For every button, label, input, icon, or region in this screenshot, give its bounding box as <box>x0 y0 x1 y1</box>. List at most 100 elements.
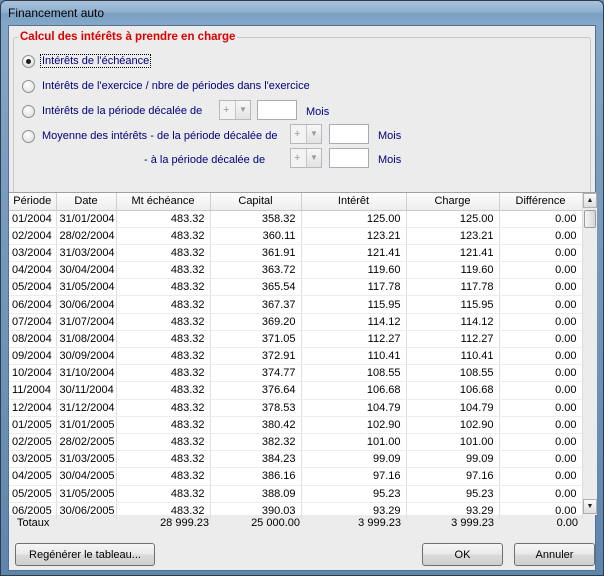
table-row[interactable]: 05/2005 31/05/2005 483.32 388.09 95.23 95.23 0… <box>9 485 583 503</box>
totals-row: Totaux 28 999.23 25 000.00 3 999.23 3 99… <box>9 515 582 531</box>
total-interet: 3 999.23 <box>358 517 401 529</box>
radio-option-moyenne[interactable]: Moyenne des intérêts - de la période déc… <box>22 129 282 145</box>
chevron-down-icon[interactable]: ▼ <box>235 101 250 119</box>
table-cell: 99.09 <box>301 450 407 469</box>
table-row[interactable]: 07/2004 31/07/2004 483.32 369.20 114.12 114.1… <box>9 313 583 331</box>
table-cell: 483.32 <box>116 433 211 452</box>
radio-option-periode-decalee[interactable]: Intérêts de la période décalée de <box>22 104 222 120</box>
table-cell: 483.32 <box>116 210 211 228</box>
from-months-input[interactable] <box>329 124 369 144</box>
table-cell: 02/2004 <box>9 227 57 245</box>
table-cell: 384.23 <box>210 450 302 469</box>
table-row[interactable]: 11/2004 30/11/2004 483.32 376.64 106.68 106.6… <box>9 381 583 400</box>
table-cell: 104.79 <box>406 399 500 417</box>
table-cell: 125.00 <box>406 210 500 228</box>
scroll-up-icon[interactable]: ▲ <box>583 193 597 208</box>
table-row[interactable]: 02/2004 28/02/2004 483.32 360.11 123.21 123.2… <box>9 227 583 245</box>
table-cell: 108.55 <box>406 364 500 383</box>
table-cell: 0.00 <box>499 485 583 503</box>
to-sign-select[interactable]: + ▼ <box>290 148 322 168</box>
radio-option-exercice[interactable]: Intérêts de l'exercice / nbre de période… <box>22 79 402 95</box>
months-unit-label: Mois <box>378 130 402 142</box>
table-cell: 114.12 <box>301 313 407 331</box>
ok-button[interactable]: OK <box>422 543 503 566</box>
radio-label: Intérêts de l'exercice / nbre de période… <box>42 80 310 92</box>
table-cell: 03/2005 <box>9 450 57 469</box>
radio-option-echeance[interactable]: Intérêts de l'échéance <box>22 54 222 70</box>
table-cell: 10/2004 <box>9 364 57 383</box>
radio-label: Intérêts de la période décalée de <box>42 105 203 117</box>
column-header[interactable]: Intérêt <box>301 193 407 211</box>
radio-button[interactable] <box>22 130 35 143</box>
table-cell: 06/2004 <box>9 295 57 314</box>
table-row[interactable]: 01/2004 31/01/2004 483.32 358.32 125.00 125.0… <box>9 210 583 228</box>
table-row[interactable]: 10/2004 31/10/2004 483.32 374.77 108.55 108.5… <box>9 364 583 383</box>
table-row[interactable]: 06/2004 30/06/2004 483.32 367.37 115.95 115.9… <box>9 295 583 314</box>
column-header[interactable]: Différence <box>499 193 583 211</box>
table-cell: 102.90 <box>301 416 407 434</box>
column-header[interactable]: Période <box>9 193 57 211</box>
table-cell: 01/2004 <box>9 210 57 228</box>
table-row[interactable]: 01/2005 31/01/2005 483.32 380.42 102.90 102.9… <box>9 416 583 434</box>
sign-value: + <box>223 104 230 116</box>
table-cell: 363.72 <box>210 261 302 280</box>
from-sign-select[interactable]: + ▼ <box>290 124 322 144</box>
radio-button[interactable] <box>22 80 35 93</box>
to-months-input[interactable] <box>329 148 369 168</box>
table-cell: 101.00 <box>301 433 407 452</box>
table-cell: 30/06/2004 <box>56 295 117 314</box>
table-cell: 30/09/2004 <box>56 347 117 366</box>
table-row[interactable]: 08/2004 31/08/2004 483.32 371.05 112.27 112.2… <box>9 330 583 349</box>
radio-button[interactable] <box>22 105 35 118</box>
chevron-down-icon[interactable]: ▼ <box>306 125 321 143</box>
cancel-button[interactable]: Annuler <box>514 543 595 566</box>
vertical-scrollbar[interactable]: ▲ ▼ <box>582 193 597 515</box>
offset-sign-select[interactable]: + ▼ <box>219 100 251 120</box>
scroll-down-icon[interactable]: ▼ <box>583 499 597 514</box>
table-row[interactable]: 02/2005 28/02/2005 483.32 382.32 101.00 101.0… <box>9 433 583 452</box>
table-header-row: Période Date Mt échéance Capital Intérêt… <box>9 193 583 211</box>
table-cell: 0.00 <box>499 467 583 486</box>
column-header[interactable]: Mt échéance <box>116 193 211 211</box>
table-row[interactable]: 04/2004 30/04/2004 483.32 363.72 119.60 119.6… <box>9 261 583 280</box>
column-header[interactable]: Date <box>56 193 117 211</box>
column-header[interactable]: Capital <box>210 193 302 211</box>
table-cell: 125.00 <box>301 210 407 228</box>
radio-button[interactable] <box>22 55 35 68</box>
table-cell: 101.00 <box>406 433 500 452</box>
title-bar[interactable]: Financement auto <box>1 1 603 25</box>
table-cell: 117.78 <box>301 278 407 297</box>
table-cell: 115.95 <box>301 295 407 314</box>
table-cell: 0.00 <box>499 330 583 349</box>
table-row[interactable]: 05/2004 31/05/2004 483.32 365.54 117.78 117.7… <box>9 278 583 297</box>
table-cell: 01/2005 <box>9 416 57 434</box>
scroll-thumb[interactable] <box>584 210 596 228</box>
total-mt-echeance: 28 999.23 <box>160 517 209 529</box>
offset-months-input[interactable] <box>257 100 297 120</box>
total-capital: 25 000.00 <box>251 517 300 529</box>
table-cell: 28/02/2005 <box>56 433 117 452</box>
table-cell: 106.68 <box>301 381 407 400</box>
amortization-table[interactable]: Période Date Mt échéance Capital Intérêt… <box>9 192 597 520</box>
column-header[interactable]: Charge <box>406 193 500 211</box>
table-cell: 483.32 <box>116 347 211 366</box>
table-row[interactable]: 03/2005 31/03/2005 483.32 384.23 99.09 99.09 0… <box>9 450 583 469</box>
table-row[interactable]: 09/2004 30/09/2004 483.32 372.91 110.41 110.4… <box>9 347 583 366</box>
table-cell: 0.00 <box>499 399 583 417</box>
table-cell: 360.11 <box>210 227 302 245</box>
chevron-down-icon[interactable]: ▼ <box>306 149 321 167</box>
group-title: Calcul des intérêts à prendre en charge <box>18 31 238 43</box>
total-difference: 0.00 <box>556 517 578 529</box>
table-cell: 483.32 <box>116 467 211 486</box>
table-cell: 483.32 <box>116 381 211 400</box>
table-cell: 0.00 <box>499 364 583 383</box>
table-row[interactable]: 03/2004 31/03/2004 483.32 361.91 121.41 121.4… <box>9 244 583 263</box>
table-cell: 483.32 <box>116 416 211 434</box>
table-row[interactable]: 12/2004 31/12/2004 483.32 378.53 104.79 104.7… <box>9 399 583 417</box>
regenerate-table-button[interactable]: Regénérer le tableau... <box>15 543 155 566</box>
table-cell: 31/08/2004 <box>56 330 117 349</box>
total-charge: 3 999.23 <box>451 517 494 529</box>
radio-label: Intérêts de l'échéance <box>40 54 152 68</box>
table-row[interactable]: 04/2005 30/04/2005 483.32 386.16 97.16 97.16 0… <box>9 467 583 486</box>
months-unit-label: Mois <box>378 154 402 166</box>
